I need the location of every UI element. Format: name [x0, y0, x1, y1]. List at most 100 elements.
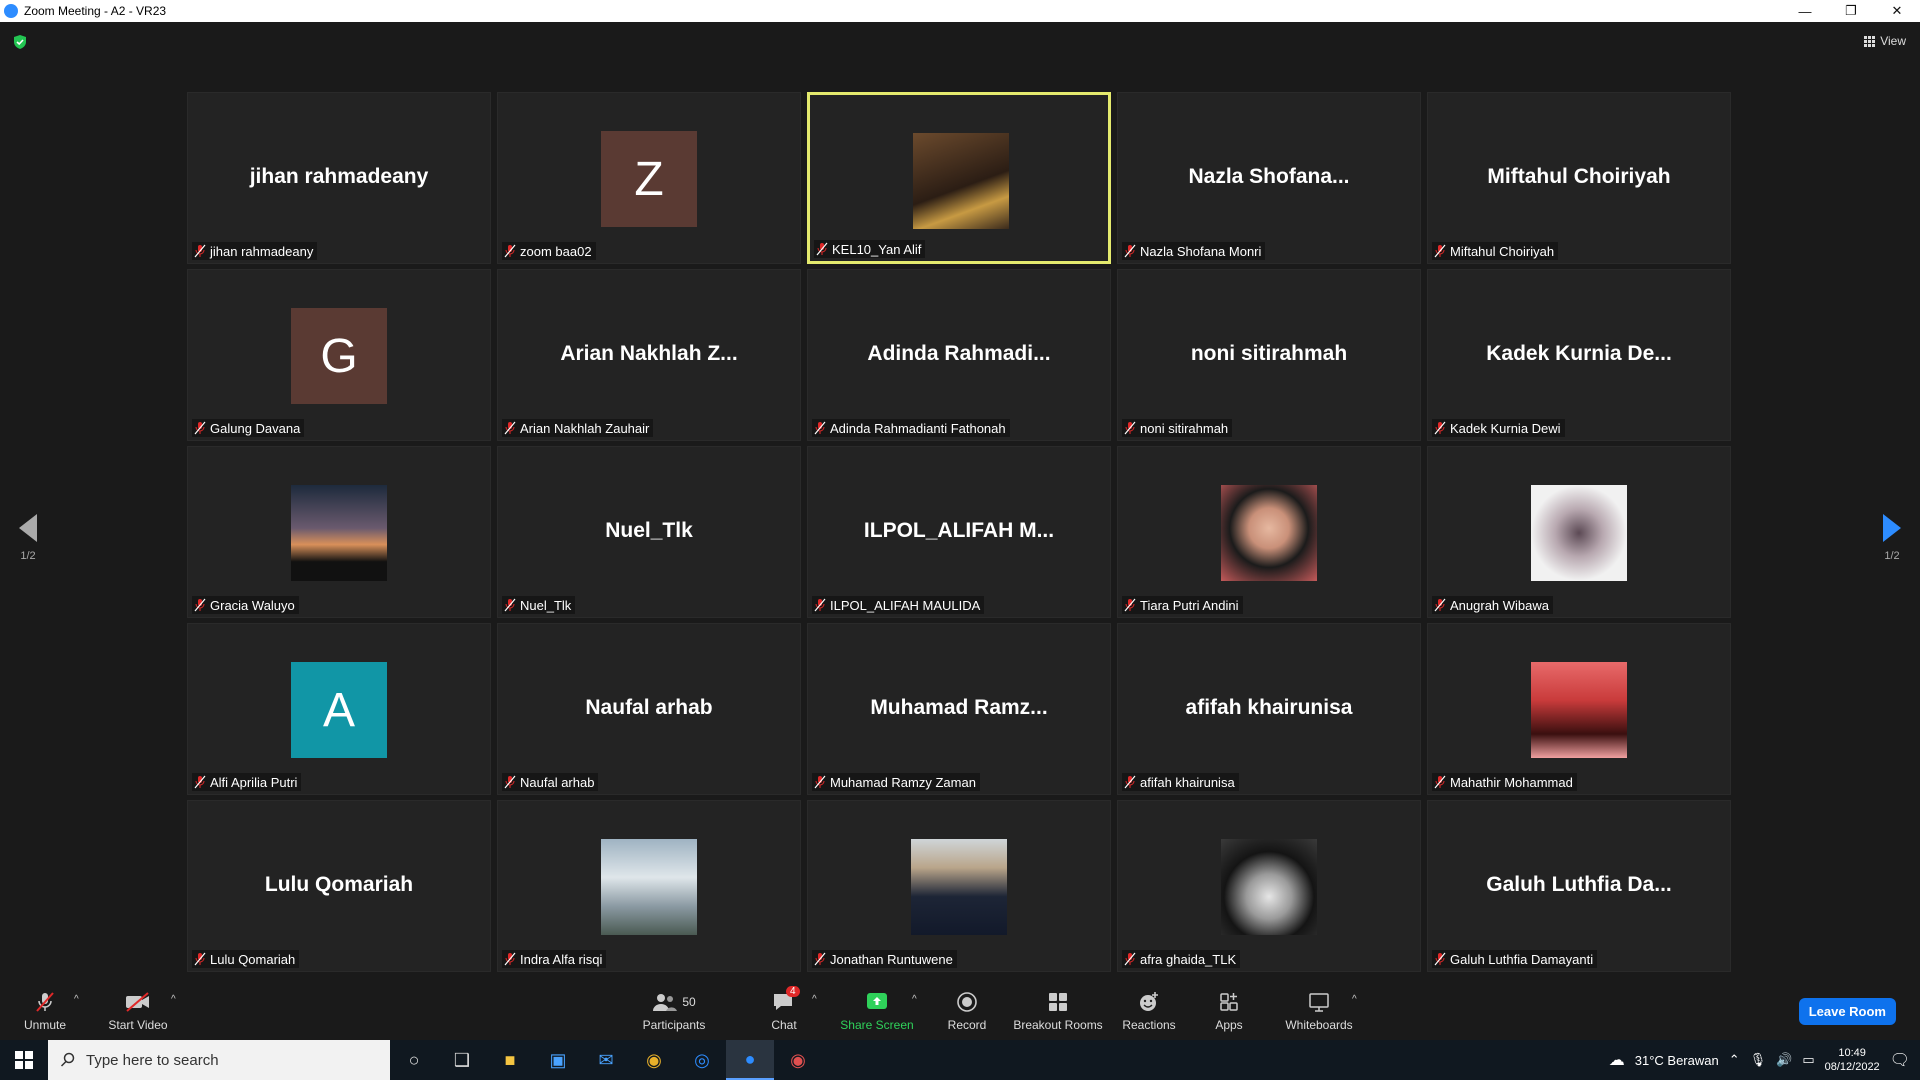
video-off-icon [126, 992, 149, 1012]
previous-page-button[interactable]: 1/2 [8, 514, 48, 562]
participant-nameplate: afifah khairunisa [1122, 773, 1239, 791]
participant-name: Indra Alfa risqi [520, 951, 603, 967]
participant-tile[interactable]: Muhamad Ramz... Muhamad Ramzy Zaman [807, 623, 1111, 795]
muted-mic-icon [1124, 244, 1136, 258]
audio-options-caret[interactable]: ^ [74, 994, 79, 1005]
participant-tile[interactable]: afra ghaida_TLK [1117, 800, 1421, 972]
minimize-button[interactable]: — [1782, 0, 1828, 22]
participant-tile[interactable]: Nuel_Tlk Nuel_Tlk [497, 446, 801, 618]
participant-name: Galung Davana [210, 420, 301, 436]
participant-nameplate: ILPOL_ALIFAH MAULIDA [812, 596, 985, 614]
breakout-rooms-button[interactable]: Breakout Rooms [1013, 990, 1103, 1032]
start-button[interactable] [0, 1040, 48, 1080]
participant-nameplate: Naufal arhab [502, 773, 599, 791]
title-bar: Zoom Meeting - A2 - VR23 — ❐ ✕ [0, 0, 1920, 22]
whiteboards-options-caret[interactable]: ^ [1352, 994, 1357, 1005]
file-explorer-icon[interactable]: ■ [486, 1040, 534, 1080]
participant-tile[interactable]: Z zoom baa02 [497, 92, 801, 264]
chrome-icon[interactable]: ◉ [630, 1040, 678, 1080]
right-arrow-icon [1883, 514, 1901, 542]
participant-tile[interactable]: afifah khairunisa afifah khairunisa [1117, 623, 1421, 795]
participants-button[interactable]: 50 Participants [629, 990, 719, 1032]
participant-display-name: Miftahul Choiriyah [1487, 165, 1671, 188]
participant-tile[interactable]: A Alfi Aprilia Putri [187, 623, 491, 795]
restore-button[interactable]: ❐ [1828, 0, 1874, 22]
participant-profile-photo [1531, 662, 1627, 758]
security-shield-icon[interactable] [12, 34, 28, 50]
meeting-toolbar: Unmute ^ Start Video ^ 50 Participants 4… [0, 980, 1920, 1040]
notifications-icon[interactable]: 🗨 [1890, 1050, 1910, 1070]
participant-display-name: Arian Nakhlah Z... [560, 342, 738, 365]
start-video-button[interactable]: Start Video [93, 990, 183, 1032]
participant-profile-photo [913, 133, 1009, 229]
participant-tile[interactable]: Galuh Luthfia Da... Galuh Luthfia Damaya… [1427, 800, 1731, 972]
muted-mic-icon [504, 244, 516, 258]
participant-tile[interactable]: jihan rahmadeany jihan rahmadeany [187, 92, 491, 264]
participant-nameplate: Indra Alfa risqi [502, 950, 607, 968]
tray-expand-icon[interactable]: ⌃ [1729, 1052, 1740, 1068]
task-view-icon[interactable]: ❑ [438, 1040, 486, 1080]
taskbar-search-box[interactable]: Type here to search [48, 1040, 390, 1080]
weather-text[interactable]: 31°C Berawan [1635, 1053, 1719, 1068]
muted-mic-icon [816, 242, 828, 256]
participant-tile[interactable]: Tiara Putri Andini [1117, 446, 1421, 618]
muted-mic-icon [1124, 421, 1136, 435]
participant-tile[interactable]: noni sitirahmah noni sitirahmah [1117, 269, 1421, 441]
muted-mic-icon [194, 421, 206, 435]
search-placeholder: Type here to search [86, 1051, 219, 1069]
participant-name: Anugrah Wibawa [1450, 597, 1549, 613]
store-icon[interactable]: ▣ [534, 1040, 582, 1080]
volume-icon[interactable]: 🔊 [1776, 1052, 1792, 1068]
clock-date: 08/12/2022 [1824, 1061, 1880, 1073]
microphone-tray-icon[interactable]: 🎙 [1750, 1052, 1767, 1068]
mail-icon[interactable]: ✉ [582, 1040, 630, 1080]
record-button[interactable]: Record [922, 990, 1012, 1032]
participant-tile[interactable]: Arian Nakhlah Z... Arian Nakhlah Zauhair [497, 269, 801, 441]
participant-display-name: Galuh Luthfia Da... [1486, 873, 1672, 896]
network-icon[interactable]: ▭ [1802, 1052, 1814, 1068]
participant-tile[interactable]: Mahathir Mohammad [1427, 623, 1731, 795]
participant-tile[interactable]: Nazla Shofana... Nazla Shofana Monri [1117, 92, 1421, 264]
leave-room-button[interactable]: Leave Room [1798, 998, 1896, 1025]
participant-tile[interactable]: Adinda Rahmadi... Adinda Rahmadianti Fat… [807, 269, 1111, 441]
participant-tile[interactable]: Indra Alfa risqi [497, 800, 801, 972]
share-options-caret[interactable]: ^ [912, 994, 917, 1005]
whiteboards-button[interactable]: Whiteboards [1274, 990, 1364, 1032]
participant-tile[interactable]: KEL10_Yan Alif [807, 92, 1111, 264]
cortana-icon[interactable]: ○ [390, 1040, 438, 1080]
view-button[interactable]: View [1864, 34, 1906, 48]
muted-mic-icon [1434, 421, 1446, 435]
chat-options-caret[interactable]: ^ [812, 994, 817, 1005]
muted-mic-icon [814, 952, 826, 966]
breakout-rooms-icon [1049, 993, 1067, 1011]
participant-tile[interactable]: Gracia Waluyo [187, 446, 491, 618]
zoom-taskbar-icon[interactable]: ● [726, 1040, 774, 1080]
participant-tile[interactable]: ILPOL_ALIFAH M... ILPOL_ALIFAH MAULIDA [807, 446, 1111, 618]
participants-label: Participants [642, 1018, 706, 1032]
clock-time: 10:49 [1838, 1047, 1866, 1059]
video-options-caret[interactable]: ^ [171, 994, 176, 1005]
teamviewer-icon[interactable]: ◎ [678, 1040, 726, 1080]
participant-tile[interactable]: Kadek Kurnia De... Kadek Kurnia Dewi [1427, 269, 1731, 441]
participant-tile[interactable]: Jonathan Runtuwene [807, 800, 1111, 972]
grid-view-icon [1864, 35, 1876, 47]
participant-display-name: afifah khairunisa [1185, 696, 1353, 719]
share-screen-icon [867, 993, 887, 1009]
participant-display-name: ILPOL_ALIFAH M... [863, 519, 1055, 542]
participant-name: Nuel_Tlk [520, 597, 572, 613]
participant-tile[interactable]: Miftahul Choiriyah Miftahul Choiriyah [1427, 92, 1731, 264]
chrome-profile-icon[interactable]: ◉ [774, 1040, 822, 1080]
apps-button[interactable]: Apps [1184, 990, 1274, 1032]
participant-tile[interactable]: Naufal arhab Naufal arhab [497, 623, 801, 795]
share-screen-button[interactable]: Share Screen [832, 990, 922, 1032]
participant-nameplate: Nazla Shofana Monri [1122, 242, 1266, 260]
clock[interactable]: 10:49 08/12/2022 [1825, 1046, 1880, 1074]
participant-tile[interactable]: Lulu Qomariah Lulu Qomariah [187, 800, 491, 972]
close-button[interactable]: ✕ [1874, 0, 1920, 22]
next-page-button[interactable]: 1/2 [1872, 514, 1912, 562]
participant-tile[interactable]: Anugrah Wibawa [1427, 446, 1731, 618]
muted-mic-icon [1434, 244, 1446, 258]
reactions-button[interactable]: Reactions [1104, 990, 1194, 1032]
participant-tile[interactable]: G Galung Davana [187, 269, 491, 441]
participant-profile-photo [291, 485, 387, 581]
